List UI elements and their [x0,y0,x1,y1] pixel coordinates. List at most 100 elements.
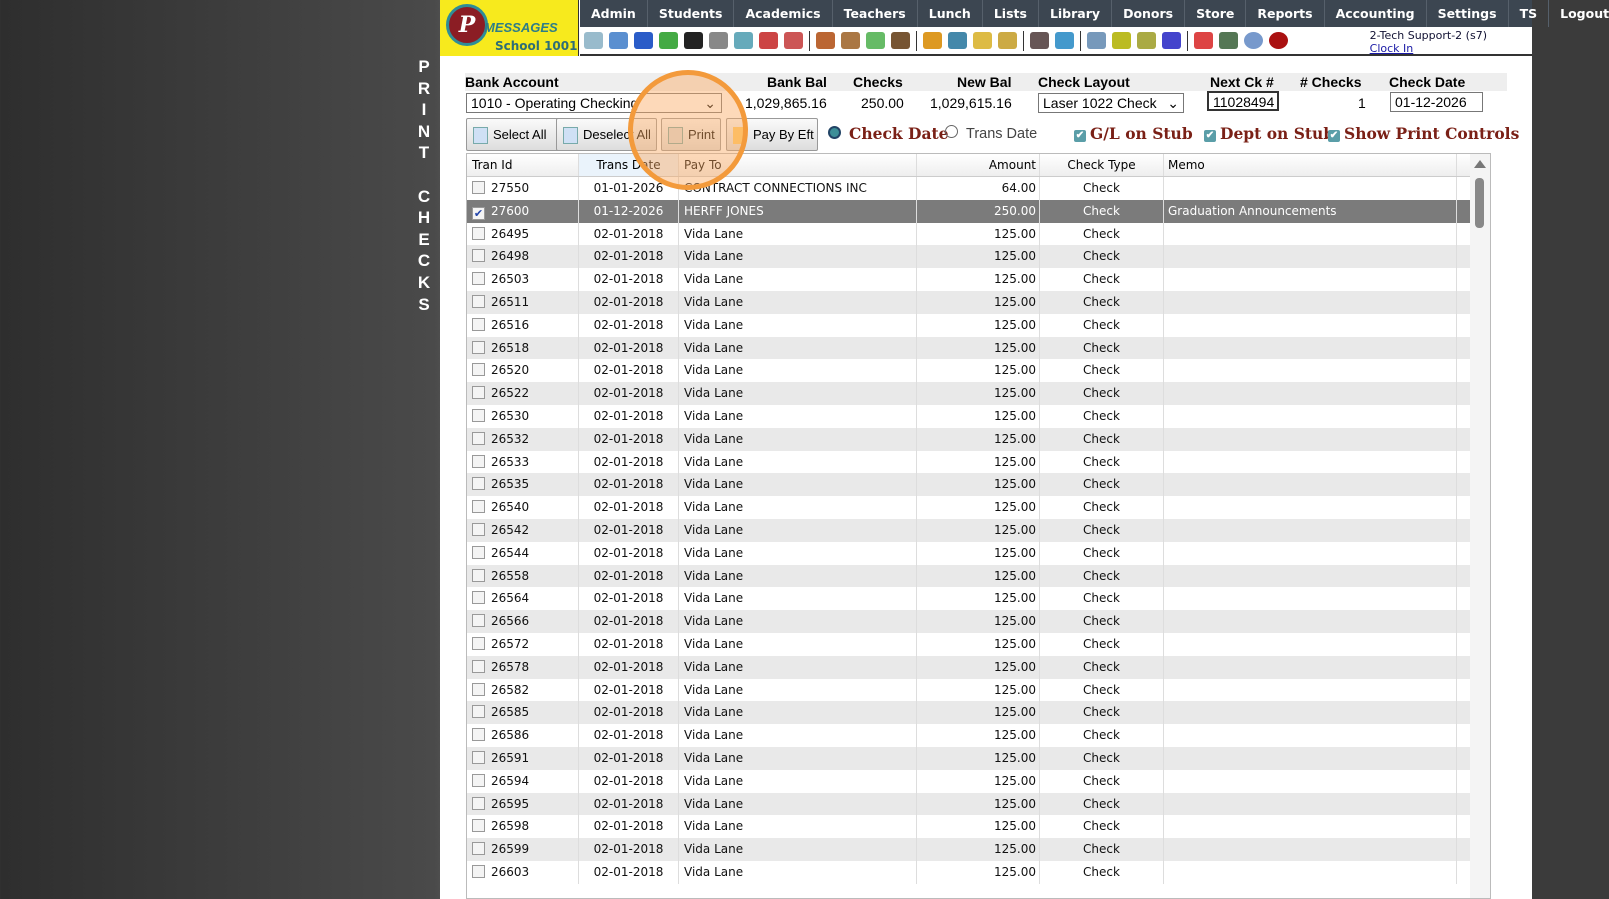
schedule-icon[interactable] [734,32,753,49]
checkbox-icon[interactable] [472,796,485,810]
phone-icon[interactable] [684,32,703,49]
nav-teachers[interactable]: Teachers [833,0,918,27]
checkbox-icon[interactable] [472,454,485,468]
table-row[interactable]: 26498 02-01-2018 Vida Lane 125.00 Check [467,245,1490,269]
nav-ts[interactable]: TS [1509,0,1550,27]
check-date-radio[interactable]: Check Date [828,124,949,143]
checkbox-icon[interactable] [472,750,485,764]
table-row[interactable]: 26566 02-01-2018 Vida Lane 125.00 Check [467,610,1490,633]
checkbox-icon[interactable] [472,226,485,240]
table-row[interactable]: 26542 02-01-2018 Vida Lane 125.00 Check [467,518,1490,542]
checkbox-icon[interactable] [472,477,485,491]
calendar-icon[interactable] [759,32,778,49]
nav-admin[interactable]: Admin [580,0,648,27]
table-row[interactable]: 26558 02-01-2018 Vida Lane 125.00 Check [467,564,1490,588]
checkbox-icon[interactable] [472,500,485,514]
printer-icon[interactable] [1137,32,1156,49]
nav-library[interactable]: Library [1039,0,1113,27]
nav-logout[interactable]: Logout [1549,0,1609,27]
checkbox-icon[interactable] [472,363,485,377]
checkbox-icon[interactable] [472,522,485,536]
table-row[interactable]: 26520 02-01-2018 Vida Lane 125.00 Check [467,359,1490,383]
table-icon[interactable] [1087,32,1106,49]
nav-settings[interactable]: Settings [1427,0,1509,27]
search-icon[interactable] [584,32,603,49]
money-icon[interactable] [866,32,885,49]
table-row[interactable]: 26522 02-01-2018 Vida Lane 125.00 Check [467,382,1490,405]
trans-date-radio[interactable]: Trans Date [945,125,1037,142]
staff-icon[interactable] [1030,32,1049,49]
dept-on-stub-checkbox[interactable]: ✔ Dept on Stub [1204,124,1334,143]
table-row[interactable]: 26582 02-01-2018 Vida Lane 125.00 Check [467,678,1490,702]
checkbox-icon[interactable] [472,864,485,878]
table-row[interactable]: 26511 02-01-2018 Vida Lane 125.00 Check [467,290,1490,314]
table-row[interactable]: 26594 02-01-2018 Vida Lane 125.00 Check [467,769,1490,793]
help-icon[interactable] [1244,32,1263,49]
add-user-icon[interactable] [816,32,835,49]
table-row[interactable]: 26544 02-01-2018 Vida Lane 125.00 Check [467,541,1490,565]
column-header[interactable]: Check Type [1040,154,1164,176]
checkbox-icon[interactable] [472,773,485,787]
checkbox-icon[interactable] [472,181,485,194]
table-row[interactable]: 26603 02-01-2018 Vida Lane 125.00 Check [467,860,1490,884]
table-row[interactable]: 26540 02-01-2018 Vida Lane 125.00 Check [467,496,1490,519]
checkbox-icon[interactable] [472,636,485,650]
table-row[interactable]: 26595 02-01-2018 Vida Lane 125.00 Check [467,792,1490,816]
checkbox-icon[interactable] [472,659,485,673]
column-header[interactable]: Tran Id [467,154,579,176]
nav-reports[interactable]: Reports [1246,0,1325,27]
table-row[interactable]: 26530 02-01-2018 Vida Lane 125.00 Check [467,404,1490,428]
clock-in-link[interactable]: Clock In [1370,42,1487,55]
alert-icon[interactable] [1269,32,1288,49]
table-row[interactable]: 26535 02-01-2018 Vida Lane 125.00 Check [467,473,1490,497]
scroll-up-icon[interactable] [1474,160,1486,168]
table-row[interactable]: 26599 02-01-2018 Vida Lane 125.00 Check [467,838,1490,861]
table-row[interactable]: 26532 02-01-2018 Vida Lane 125.00 Check [467,427,1490,451]
checkbox-icon[interactable] [472,568,485,582]
table-row[interactable]: 26503 02-01-2018 Vida Lane 125.00 Check [467,268,1490,291]
cash-register-icon[interactable] [1219,32,1238,49]
megaphone-icon[interactable] [784,32,803,49]
checkbox-icon[interactable] [472,431,485,445]
checkbox-icon[interactable] [472,294,485,308]
checkbox-checked-icon[interactable]: ✔ [472,206,485,220]
table-row[interactable]: 26578 02-01-2018 Vida Lane 125.00 Check [467,655,1490,679]
checkbox-icon[interactable] [472,591,485,605]
checkbox-icon[interactable] [472,819,485,833]
nav-donors[interactable]: Donors [1112,0,1186,27]
checkbox-icon[interactable] [472,842,485,856]
burger-icon[interactable] [923,32,942,49]
gl-on-stub-checkbox[interactable]: ✔ G/L on Stub [1074,124,1193,143]
pdf-icon[interactable] [1194,32,1213,49]
scroll-thumb[interactable] [1475,178,1484,228]
nav-store[interactable]: Store [1185,0,1247,27]
table-row[interactable]: 26585 02-01-2018 Vida Lane 125.00 Check [467,701,1490,725]
nav-lists[interactable]: Lists [983,0,1039,27]
checkbox-icon[interactable] [472,249,485,263]
checkbox-icon[interactable] [472,614,485,628]
nav-students[interactable]: Students [648,0,735,27]
checkbox-icon[interactable] [472,682,485,696]
table-row[interactable]: 27550 01-01-2026 CONTRACT CONNECTIONS IN… [467,177,1490,200]
nav-lunch[interactable]: Lunch [918,0,983,27]
card-icon[interactable] [1112,32,1131,49]
email-icon[interactable] [634,32,653,49]
export-icon[interactable] [998,32,1017,49]
table-row[interactable]: 26564 02-01-2018 Vida Lane 125.00 Check [467,587,1490,611]
clock-icon[interactable] [1055,32,1074,49]
bell-icon[interactable] [973,32,992,49]
next-check-number-input[interactable]: 11028494 [1207,91,1279,111]
ap-icon[interactable] [1162,32,1181,49]
table-row[interactable]: 26533 02-01-2018 Vida Lane 125.00 Check [467,450,1490,474]
checkbox-icon[interactable] [472,705,485,719]
column-header[interactable]: Amount [917,154,1040,176]
table-row[interactable]: 26586 02-01-2018 Vida Lane 125.00 Check [467,724,1490,747]
table-row[interactable]: 26591 02-01-2018 Vida Lane 125.00 Check [467,746,1490,770]
checkbox-icon[interactable] [472,408,485,422]
column-header[interactable]: Memo [1164,154,1457,176]
calendar-grid-icon[interactable] [609,32,628,49]
scrollbar[interactable] [1470,154,1490,898]
chat-icon[interactable] [659,32,678,49]
show-print-controls-checkbox[interactable]: ✔ Show Print Controls [1328,124,1519,143]
table-row[interactable]: 26518 02-01-2018 Vida Lane 125.00 Check [467,336,1490,360]
